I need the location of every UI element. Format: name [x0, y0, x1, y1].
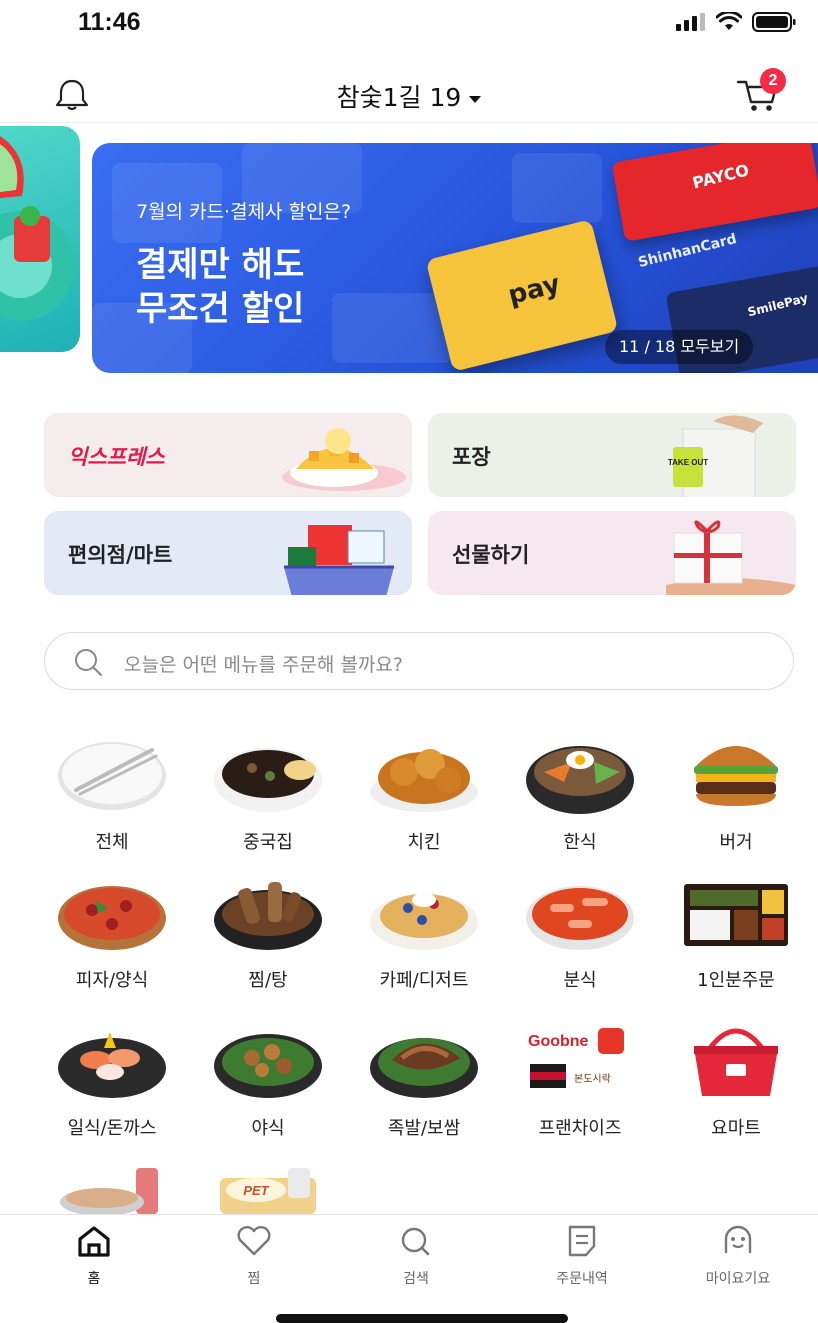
bondo-logo-text: 본도시락 — [574, 1073, 611, 1085]
grocery-basket-icon — [284, 525, 394, 595]
order-list-icon — [568, 1225, 596, 1257]
status-time: 11:46 — [78, 8, 141, 36]
franchise-logos-icon: Goobne 본도시락 — [528, 1028, 624, 1088]
address-selector[interactable]: 참숯1길 19 — [0, 78, 818, 114]
category-label: 한식 — [563, 832, 597, 853]
nav-home[interactable]: 홈 — [34, 1224, 154, 1288]
pet-label-text: PET — [243, 1183, 269, 1198]
heart-icon — [237, 1226, 271, 1256]
service-takeout-label: 포장 — [452, 445, 491, 469]
nav-home-label: 홈 — [87, 1271, 101, 1287]
banner-title-line1: 결제만 해도 — [136, 245, 305, 285]
takeout-tag-text: TAKE OUT — [668, 458, 708, 467]
nav-favorites-label: 찜 — [247, 1271, 261, 1287]
pet-food-image-icon: PET — [220, 1168, 316, 1214]
service-convenience-label: 편의점/마트 — [68, 543, 173, 567]
category-beauty-partial[interactable] — [56, 1168, 168, 1218]
nav-my-yogiyo-label: 마이요기요 — [705, 1271, 771, 1287]
pizza-image-icon — [58, 886, 166, 950]
category-label: 버거 — [719, 832, 753, 853]
service-convenience-mart[interactable]: 편의점/마트 — [44, 511, 412, 595]
profile-icon — [724, 1225, 752, 1254]
chevron-down-icon — [469, 95, 482, 103]
cosmetics-image-icon — [60, 1168, 158, 1216]
category-label: 피자/양식 — [75, 970, 149, 991]
category-label: 중국집 — [243, 832, 293, 853]
nav-search-label: 검색 — [403, 1271, 429, 1287]
search-icon — [401, 1227, 430, 1256]
payco-card — [611, 143, 818, 242]
sashimi-image-icon — [58, 1032, 166, 1098]
signal-icon — [676, 13, 705, 31]
banner-pager-view-all[interactable]: 11 / 18 모두보기 — [605, 330, 754, 364]
nav-search[interactable]: 검색 — [356, 1224, 476, 1288]
category-label: 야식 — [251, 1118, 285, 1139]
burger-image-icon — [694, 746, 778, 806]
jjajangmyeon-image-icon — [214, 748, 322, 812]
category-label: 요마트 — [711, 1118, 761, 1139]
jokbal-image-icon — [370, 1038, 478, 1098]
category-label: 분식 — [563, 970, 597, 991]
header-divider — [0, 122, 818, 123]
tteokbokki-image-icon — [526, 886, 634, 950]
previous-banner-peek[interactable] — [0, 126, 80, 352]
waffle-image-icon — [370, 893, 478, 950]
battery-icon — [752, 12, 796, 32]
fried-chicken-image-icon — [370, 749, 478, 812]
home-icon — [78, 1226, 110, 1257]
braised-ribs-image-icon — [214, 882, 322, 950]
goobne-logo-text: Goobne — [528, 1033, 589, 1050]
promo-banner[interactable]: PAYCO ShinhanCard SmilePay pay 7월의 카드·결제… — [92, 143, 818, 373]
nav-favorites[interactable]: 찜 — [194, 1224, 314, 1288]
category-label: 프랜차이즈 — [538, 1118, 622, 1139]
category-label: 치킨 — [407, 832, 441, 853]
search-input-placeholder[interactable]: 오늘은 어떤 메뉴를 주문해 볼까요? — [124, 650, 403, 677]
search-icon — [75, 649, 102, 676]
category-pet-partial[interactable]: PET — [212, 1168, 324, 1218]
service-express-label: 익스프레스 — [68, 445, 165, 469]
gift-box-icon — [666, 520, 796, 595]
status-icons — [676, 12, 796, 32]
nav-orders-label: 주문내역 — [556, 1271, 608, 1287]
plate-utensils-icon — [58, 742, 166, 810]
category-label: 족발/보쌈 — [387, 1118, 461, 1139]
bibimbap-image-icon — [526, 746, 634, 814]
category-label: 1인분주문 — [697, 970, 775, 991]
service-gift[interactable]: 선물하기 — [428, 511, 796, 595]
banner-subtitle: 7월의 카드·결제사 할인은? — [136, 201, 352, 223]
cart-count-badge: 2 — [760, 68, 786, 94]
shopping-basket-icon — [694, 1028, 778, 1096]
banner-title-line2: 무조건 할인 — [136, 289, 305, 329]
late-night-food-image-icon — [214, 1034, 322, 1098]
service-gift-label: 선물하기 — [452, 543, 530, 567]
address-text: 참숯1길 19 — [336, 83, 462, 112]
banner-title: 결제만 해도 무조건 할인 — [136, 243, 304, 331]
service-takeout[interactable]: 포장 TAKE OUT — [428, 413, 796, 497]
nav-orders[interactable]: 주문내역 — [522, 1224, 642, 1288]
category-label: 카페/디저트 — [379, 970, 469, 991]
category-label: 전체 — [95, 832, 129, 853]
takeout-bag-icon: TAKE OUT — [668, 415, 763, 497]
category-label: 일식/돈까스 — [67, 1118, 157, 1139]
wifi-icon — [716, 12, 742, 30]
bottom-nav-divider — [0, 1214, 818, 1215]
home-indicator — [276, 1314, 568, 1323]
lunchbox-image-icon — [684, 884, 788, 946]
service-express[interactable]: 익스프레스 — [44, 413, 412, 497]
category-label: 찜/탕 — [248, 970, 288, 991]
nav-my-yogiyo[interactable]: 마이요기요 — [678, 1224, 798, 1288]
bingsu-image-icon — [282, 428, 406, 491]
